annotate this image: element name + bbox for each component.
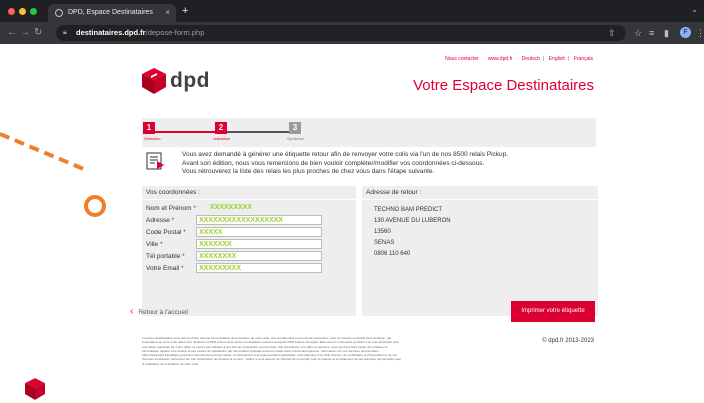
reading-list-icon[interactable]: ≡: [649, 27, 654, 39]
divider: [362, 199, 598, 200]
city-label: Ville *: [146, 241, 163, 248]
back-link-label: Retour à l'accueil: [138, 309, 188, 316]
return-address-line: 13560: [374, 229, 391, 235]
postal-code-field[interactable]: XXXXX: [196, 227, 322, 237]
legal-notice: L'espace destinataires vous permet d'êtr…: [142, 336, 402, 366]
mobile-label: Tél portable *: [146, 253, 185, 260]
step-2-badge: 2: [215, 122, 227, 134]
close-window-dot[interactable]: [8, 8, 15, 15]
return-address-line: TECHNO BAM PREDICT: [374, 207, 443, 213]
return-address-line: SENAS: [374, 240, 395, 246]
step-1-badge: 1: [143, 122, 155, 134]
minimize-window-dot[interactable]: [19, 8, 26, 15]
chevron-left-icon: ‹: [130, 306, 134, 317]
browser-tab[interactable]: DPD, Espace Destinataires ×: [48, 4, 176, 22]
url-host: destinataires.dpd.fr: [76, 28, 146, 37]
dpd-logo-text[interactable]: dpd: [170, 69, 210, 93]
info-line: Vous retrouverez la liste des relais les…: [182, 168, 435, 176]
return-address-line: 130 AVENUE DU LUBERON: [374, 218, 451, 224]
maximize-window-dot[interactable]: [30, 8, 37, 15]
dpd-site-link[interactable]: www.dpd.fr: [488, 56, 513, 62]
name-label: Nom et Prénom *: [146, 205, 196, 212]
step-3-badge: 3: [289, 122, 301, 134]
dpd-cube-footer-icon: [25, 378, 45, 400]
browser-tab-strip: DPD, Espace Destinataires × + ⌄: [0, 0, 704, 22]
forward-arrow-icon[interactable]: →: [20, 26, 30, 40]
step-1-label: Sélection: [144, 136, 161, 141]
step-connector-done: [155, 131, 221, 133]
tab-close-icon[interactable]: ×: [165, 4, 170, 22]
dpd-cube-logo-icon: [142, 68, 166, 94]
step-2-label: Validation: [213, 136, 231, 141]
browser-toolbar: ← → ↻ 🔒︎ destinataires.dpd.fr/depose-for…: [0, 22, 704, 44]
name-value: XXXXXXXXX: [210, 204, 253, 211]
info-line: Avant son édition, nous vous remercions …: [182, 159, 485, 167]
mobile-field[interactable]: XXXXXXXX: [196, 251, 322, 261]
tab-title: DPD, Espace Destinataires: [68, 9, 153, 16]
step-connector-pending: [227, 131, 289, 133]
contact-form-panel: Vos coordonnées : Nom et Prénom * XXXXXX…: [142, 186, 356, 316]
back-arrow-icon[interactable]: ←: [7, 26, 17, 40]
globe-icon: [55, 9, 63, 17]
url-path: /depose-form.php: [145, 28, 205, 37]
lang-francais-link[interactable]: Français: [574, 56, 593, 62]
menu-kebab-icon[interactable]: ⋮: [696, 27, 704, 39]
lock-icon: 🔒︎: [63, 29, 67, 36]
lang-deutsch-link[interactable]: Deutsch: [522, 56, 540, 62]
info-line: Vous avez demandé à générer une étiquett…: [182, 151, 509, 158]
share-icon[interactable]: ⇧: [608, 27, 616, 39]
chevron-down-icon[interactable]: ⌄: [691, 5, 698, 14]
profile-avatar[interactable]: F: [680, 27, 691, 38]
sidebar-icon[interactable]: ▮: [664, 27, 669, 39]
return-address-title: Adresse de retour :: [366, 189, 422, 196]
form-title: Vos coordonnées :: [146, 189, 200, 196]
label-document-icon: [146, 152, 164, 170]
page-title: Votre Espace Destinataires: [413, 77, 594, 94]
contact-link[interactable]: Nous contacter: [445, 56, 479, 62]
header-links: Nous contacter · www.dpd.fr · Deutsch | Eng…: [445, 56, 593, 62]
back-to-home-link[interactable]: ‹ Retour à l'accueil: [130, 306, 188, 317]
address-label: Adresse *: [146, 217, 175, 224]
page-content: Nous contacter · www.dpd.fr · Deutsch | Eng…: [0, 44, 704, 403]
lang-english-link[interactable]: English: [549, 56, 565, 62]
email-label: Votre Email *: [146, 265, 184, 272]
email-field[interactable]: XXXXXXXXX: [196, 263, 322, 273]
target-circle-decoration: [84, 195, 106, 217]
address-field[interactable]: XXXXXXXXXXXXXXXXXX: [196, 215, 322, 225]
reload-icon[interactable]: ↻: [34, 26, 42, 40]
info-message: Vous avez demandé à générer une étiquett…: [182, 151, 602, 177]
divider: [142, 199, 356, 200]
copyright: © dpd.fr 2013-2023: [542, 338, 594, 344]
new-tab-button[interactable]: +: [182, 4, 188, 18]
postal-code-label: Code Postal *: [146, 229, 186, 236]
bookmark-star-icon[interactable]: ☆: [634, 27, 642, 39]
print-label-button[interactable]: Imprimer votre étiquette: [511, 301, 595, 322]
return-address-line: 0806 110 640: [374, 251, 411, 257]
step-3-label: Synthèse: [287, 136, 304, 141]
return-address-panel: Adresse de retour : TECHNO BAM PREDICT 1…: [362, 186, 598, 316]
city-field[interactable]: XXXXXXX: [196, 239, 322, 249]
address-bar[interactable]: 🔒︎ destinataires.dpd.fr/depose-form.php: [56, 25, 626, 41]
